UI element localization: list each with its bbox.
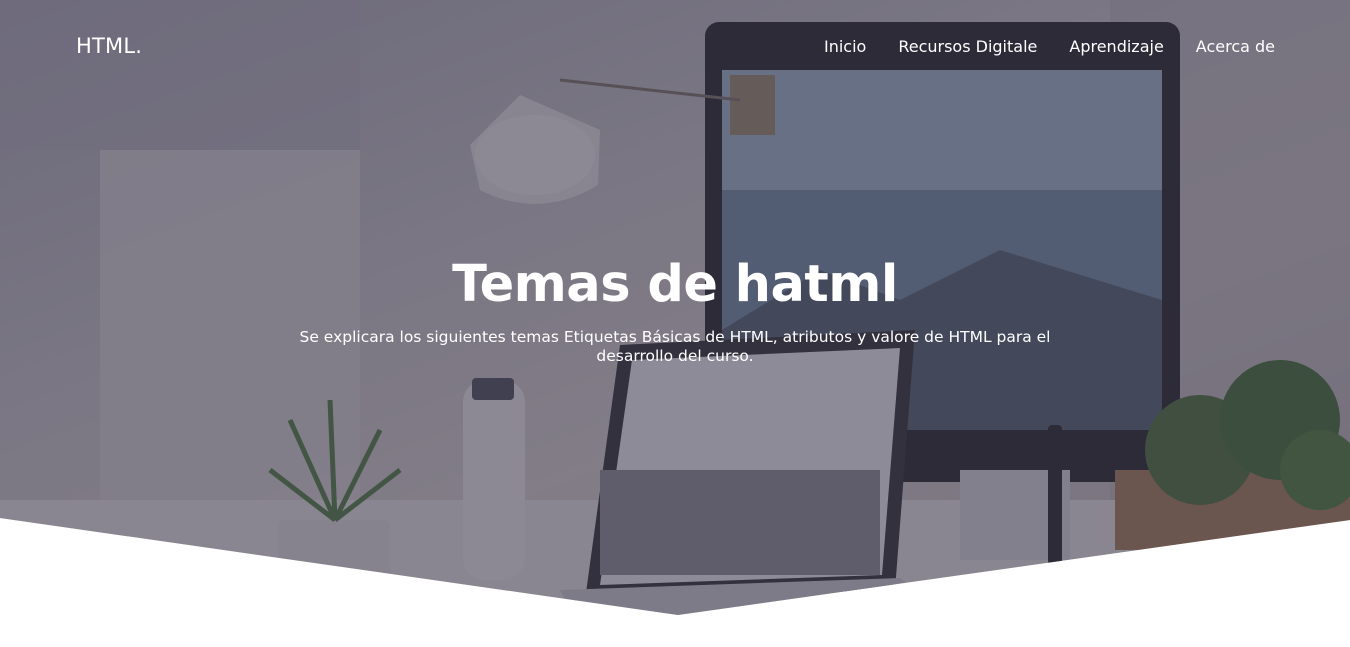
hero-content: Temas de hatml Se explicara los siguient… [275, 252, 1075, 366]
brand-logo[interactable]: HTML. [76, 34, 142, 58]
top-navbar: HTML. Inicio Recursos Digitale Aprendiza… [0, 0, 1350, 96]
nav-menu: Inicio Recursos Digitale Aprendizaje Ace… [824, 37, 1275, 56]
nav-link-aprendizaje[interactable]: Aprendizaje [1069, 37, 1163, 56]
hero-subtitle: Se explicara los siguientes temas Etique… [299, 328, 1051, 365]
nav-link-inicio[interactable]: Inicio [824, 37, 866, 56]
nav-link-recursos-digitales[interactable]: Recursos Digitale [898, 37, 1037, 56]
nav-link-acerca-de[interactable]: Acerca de [1196, 37, 1275, 56]
hero-title: Temas de hatml [452, 255, 898, 314]
